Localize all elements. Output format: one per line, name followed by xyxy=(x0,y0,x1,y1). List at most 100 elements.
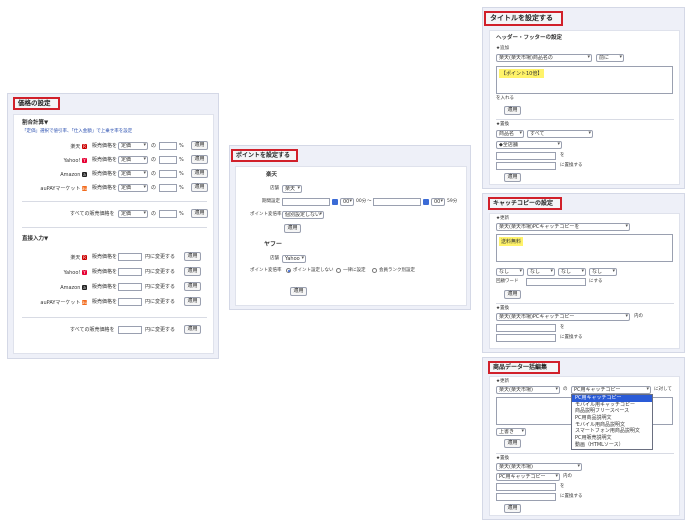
direct-price-input[interactable] xyxy=(118,283,142,291)
direct-all-apply-button[interactable]: 適用 xyxy=(184,325,201,334)
points-inner: 楽天 店舗 楽天 期間設定 00 00分 〜 00 59分 ポイント変倍率 個別… xyxy=(235,166,467,306)
direct-apply-button[interactable]: 適用 xyxy=(184,267,201,276)
direct-apply-button[interactable]: 適用 xyxy=(184,297,201,306)
direct-suffix: 円に変更する xyxy=(145,284,176,290)
catch-none-select-2[interactable]: なし xyxy=(527,268,555,276)
radio-no-points[interactable] xyxy=(286,268,291,273)
catch-text-value: 送料無料 xyxy=(499,237,524,246)
header-footer-section: ヘッダー・フッターの設定 xyxy=(496,35,563,41)
ratio-apply-button[interactable]: 適用 xyxy=(191,183,208,192)
bulk-field-select[interactable]: PC用キャッチコピー xyxy=(571,386,651,394)
dropdown-option[interactable]: PC用販売説明文 xyxy=(572,435,652,442)
replace-from-input[interactable] xyxy=(496,152,556,160)
add-target-select[interactable]: 楽天(楽天市場)商品名の xyxy=(496,54,592,62)
catch-replace-select[interactable]: 楽天(楽天市場)PCキャッチコピー xyxy=(496,313,630,321)
ratio-apply-button[interactable]: 適用 xyxy=(191,155,208,164)
rakuten-rate-select[interactable]: 個別設定しない xyxy=(282,211,324,219)
period-start-minute: 00分 xyxy=(356,199,367,204)
points-panel-title: ポイントを設定する xyxy=(231,149,298,162)
catch-change-apply-button[interactable]: 適用 xyxy=(504,290,521,299)
direct-apply-button[interactable]: 適用 xyxy=(184,252,201,261)
yahoo-heading: ヤフー xyxy=(264,241,283,248)
direct-price-input[interactable] xyxy=(118,268,142,276)
radio-no-points-label: ポイント設定しない xyxy=(293,268,334,273)
catch-keyword-input[interactable] xyxy=(526,278,586,286)
ratio-label: 販売価格を xyxy=(92,143,118,149)
bulk-replace-store-select[interactable]: 楽天(楽天市場) xyxy=(496,463,582,471)
catch-keyword-label: 回顧ワード xyxy=(496,279,519,284)
rakuten-apply-button[interactable]: 適用 xyxy=(284,224,301,233)
catch-panel-title: キャッチコピーの設定 xyxy=(488,197,562,210)
ratio-base-select[interactable]: 定価 xyxy=(118,184,148,192)
rakuten-store-select[interactable]: 楽天 xyxy=(282,185,302,193)
add-position-select[interactable]: 前に xyxy=(596,54,624,62)
bulk-change-apply-button[interactable]: 適用 xyxy=(504,439,521,448)
catch-target-select[interactable]: 楽天(楽天市場)PCキャッチコピーを xyxy=(496,223,630,231)
calendar-icon[interactable] xyxy=(332,199,338,205)
direct-all-input[interactable] xyxy=(118,326,142,334)
add-apply-button[interactable]: 適用 xyxy=(504,106,521,115)
calendar-icon[interactable] xyxy=(423,199,429,205)
dropdown-option[interactable]: PC用キャッチコピー xyxy=(572,395,652,402)
ratio-percent-input[interactable] xyxy=(159,184,177,192)
replace-apply-button[interactable]: 適用 xyxy=(504,173,521,182)
bulk-change-label: ★更新 xyxy=(496,379,510,384)
replace-store-select[interactable]: ◆全店舗 xyxy=(496,141,562,149)
direct-apply-button[interactable]: 適用 xyxy=(184,282,201,291)
ratio-percent-input[interactable] xyxy=(159,142,177,150)
catch-replace-to-input[interactable] xyxy=(496,334,556,342)
bulk-overwrite-select[interactable]: 上書き xyxy=(496,428,526,436)
radio-rank[interactable] xyxy=(372,268,377,273)
bulk-field-dropdown[interactable]: PC用キャッチコピー モバイル用キャッチコピー 商品説明フリースペース PC用商… xyxy=(571,394,653,450)
catch-replace-label: ★置換 xyxy=(496,306,510,311)
period-tilde: 〜 xyxy=(367,199,372,204)
catch-none-select-4[interactable]: なし xyxy=(589,268,617,276)
catch-replace-suffix-wo: を xyxy=(560,325,565,330)
bulk-store-select[interactable]: 楽天(楽天市場) xyxy=(496,386,560,394)
period-start-date[interactable] xyxy=(282,198,330,206)
bulk-replace-apply-button[interactable]: 適用 xyxy=(504,504,521,513)
ratio-apply-button[interactable]: 適用 xyxy=(191,169,208,178)
bulk-panel-title: 商品データ一括編集 xyxy=(488,361,560,374)
yahoo-store-label: 店舗 xyxy=(270,256,279,261)
title-panel-title: タイトルを設定する xyxy=(484,11,563,26)
ratio-percent-input[interactable] xyxy=(159,156,177,164)
catch-replace-from-input[interactable] xyxy=(496,324,556,332)
ratio-all-apply-button[interactable]: 適用 xyxy=(191,209,208,218)
replace-label: ★置換 xyxy=(496,122,510,127)
ratio-label: 販売価格を xyxy=(92,157,118,163)
ratio-percent-input[interactable] xyxy=(159,170,177,178)
dropdown-option[interactable]: 動画（HTMLソース） xyxy=(572,442,652,449)
period-end-hour[interactable]: 00 xyxy=(431,198,445,206)
catch-none-select-1[interactable]: なし xyxy=(496,268,524,276)
period-start-hour[interactable]: 00 xyxy=(340,198,354,206)
replace-to-input[interactable] xyxy=(496,162,556,170)
rakuten-heading: 楽天 xyxy=(266,172,278,178)
direct-store-aupay: auPAYマーケット au xyxy=(40,300,87,306)
yahoo-store-select[interactable]: Yahoo xyxy=(282,255,306,263)
dropdown-option[interactable]: PC用商品説明文 xyxy=(572,415,652,422)
replace-field-select[interactable]: 商品名 xyxy=(496,130,524,138)
direct-label: 販売価格を xyxy=(92,284,118,290)
ratio-base-select[interactable]: 定価 xyxy=(118,170,148,178)
ratio-all-input[interactable] xyxy=(159,210,177,218)
bulk-replace-from-input[interactable] xyxy=(496,483,556,491)
ratio-all-select[interactable]: 定価 xyxy=(118,210,148,218)
period-end-date[interactable] xyxy=(373,198,421,206)
ratio-of: の xyxy=(151,157,157,163)
rakuten-rate-label: ポイント変倍率 xyxy=(250,212,282,217)
ratio-base-select[interactable]: 定価 xyxy=(118,156,148,164)
bulk-replace-field-select[interactable]: PC用キャッチコピー xyxy=(496,473,560,481)
rakuten-icon: R xyxy=(82,144,87,149)
ratio-base-select[interactable]: 定価 xyxy=(118,142,148,150)
yahoo-apply-button[interactable]: 適用 xyxy=(290,287,307,296)
price-panel: 価格の設定 割合計算▼ 「定価」選択で値引率、「仕入金額」で上乗せ率を設定 楽天… xyxy=(7,93,219,359)
replace-scope-select[interactable]: すべて xyxy=(527,130,593,138)
direct-price-input[interactable] xyxy=(118,253,142,261)
direct-price-input[interactable] xyxy=(118,298,142,306)
bulk-replace-to-input[interactable] xyxy=(496,493,556,501)
yahoo-icon: Y xyxy=(82,270,87,275)
catch-none-select-3[interactable]: なし xyxy=(558,268,586,276)
radio-uniform[interactable] xyxy=(336,268,341,273)
ratio-apply-button[interactable]: 適用 xyxy=(191,141,208,150)
